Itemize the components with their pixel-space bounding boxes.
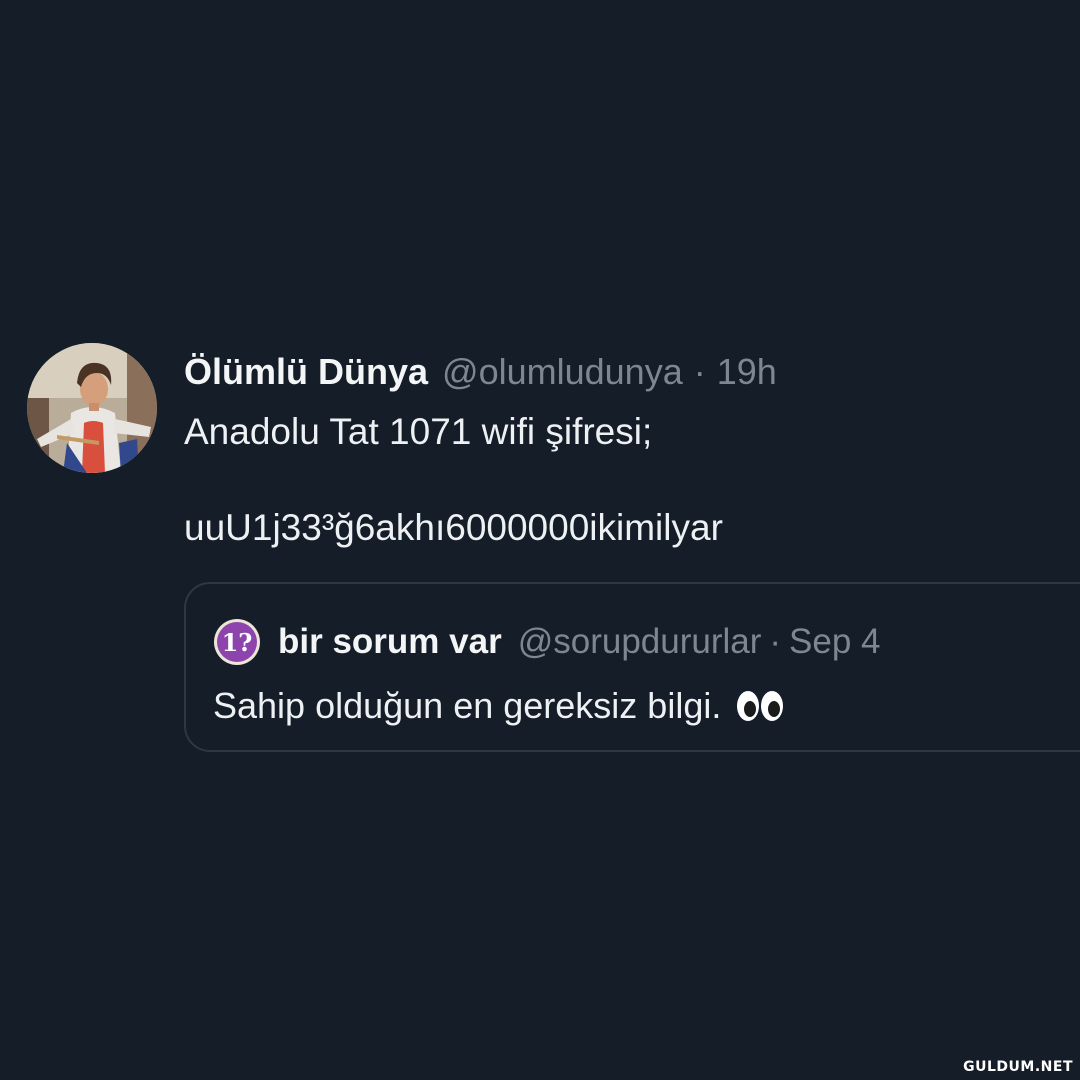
tweet-text: Anadolu Tat 1071 wifi şifresi; uuU1j33³ğ… [184, 411, 723, 548]
quoted-tweet-header: 1? bir sorum var @sorupdururlar · Sep 4 [213, 618, 881, 666]
timestamp[interactable]: 19h [717, 351, 777, 393]
question-exclamation-avatar-icon[interactable]: 1? [213, 618, 261, 666]
eyes-emoji-icon [737, 691, 784, 721]
user-avatar-photo-icon [27, 343, 157, 473]
quoted-tweet-text: Sahip olduğun en gereksiz bilgi. [213, 685, 722, 726]
quoted-tweet-body: Sahip olduğun en gereksiz bilgi. [213, 682, 785, 730]
tweet: Ölümlü Dünya @olumludunya · 19h Anadolu … [0, 0, 1080, 1080]
user-handle[interactable]: @olumludunya [442, 351, 683, 393]
user-avatar[interactable] [27, 343, 157, 473]
quoted-tweet[interactable]: 1? bir sorum var @sorupdururlar · Sep 4 … [184, 582, 1080, 752]
svg-text:1?: 1? [222, 628, 253, 657]
watermark: GULDUM.NET [963, 1059, 1073, 1075]
quoted-separator-dot: · [769, 622, 782, 661]
display-name[interactable]: Ölümlü Dünya [184, 351, 428, 393]
quoted-user-handle[interactable]: @sorupdururlar [518, 622, 762, 662]
tweet-header: Ölümlü Dünya @olumludunya · 19h [184, 346, 777, 398]
quoted-display-name[interactable]: bir sorum var [278, 622, 502, 662]
quoted-timestamp[interactable]: Sep 4 [789, 622, 880, 662]
separator-dot: · [693, 351, 706, 392]
